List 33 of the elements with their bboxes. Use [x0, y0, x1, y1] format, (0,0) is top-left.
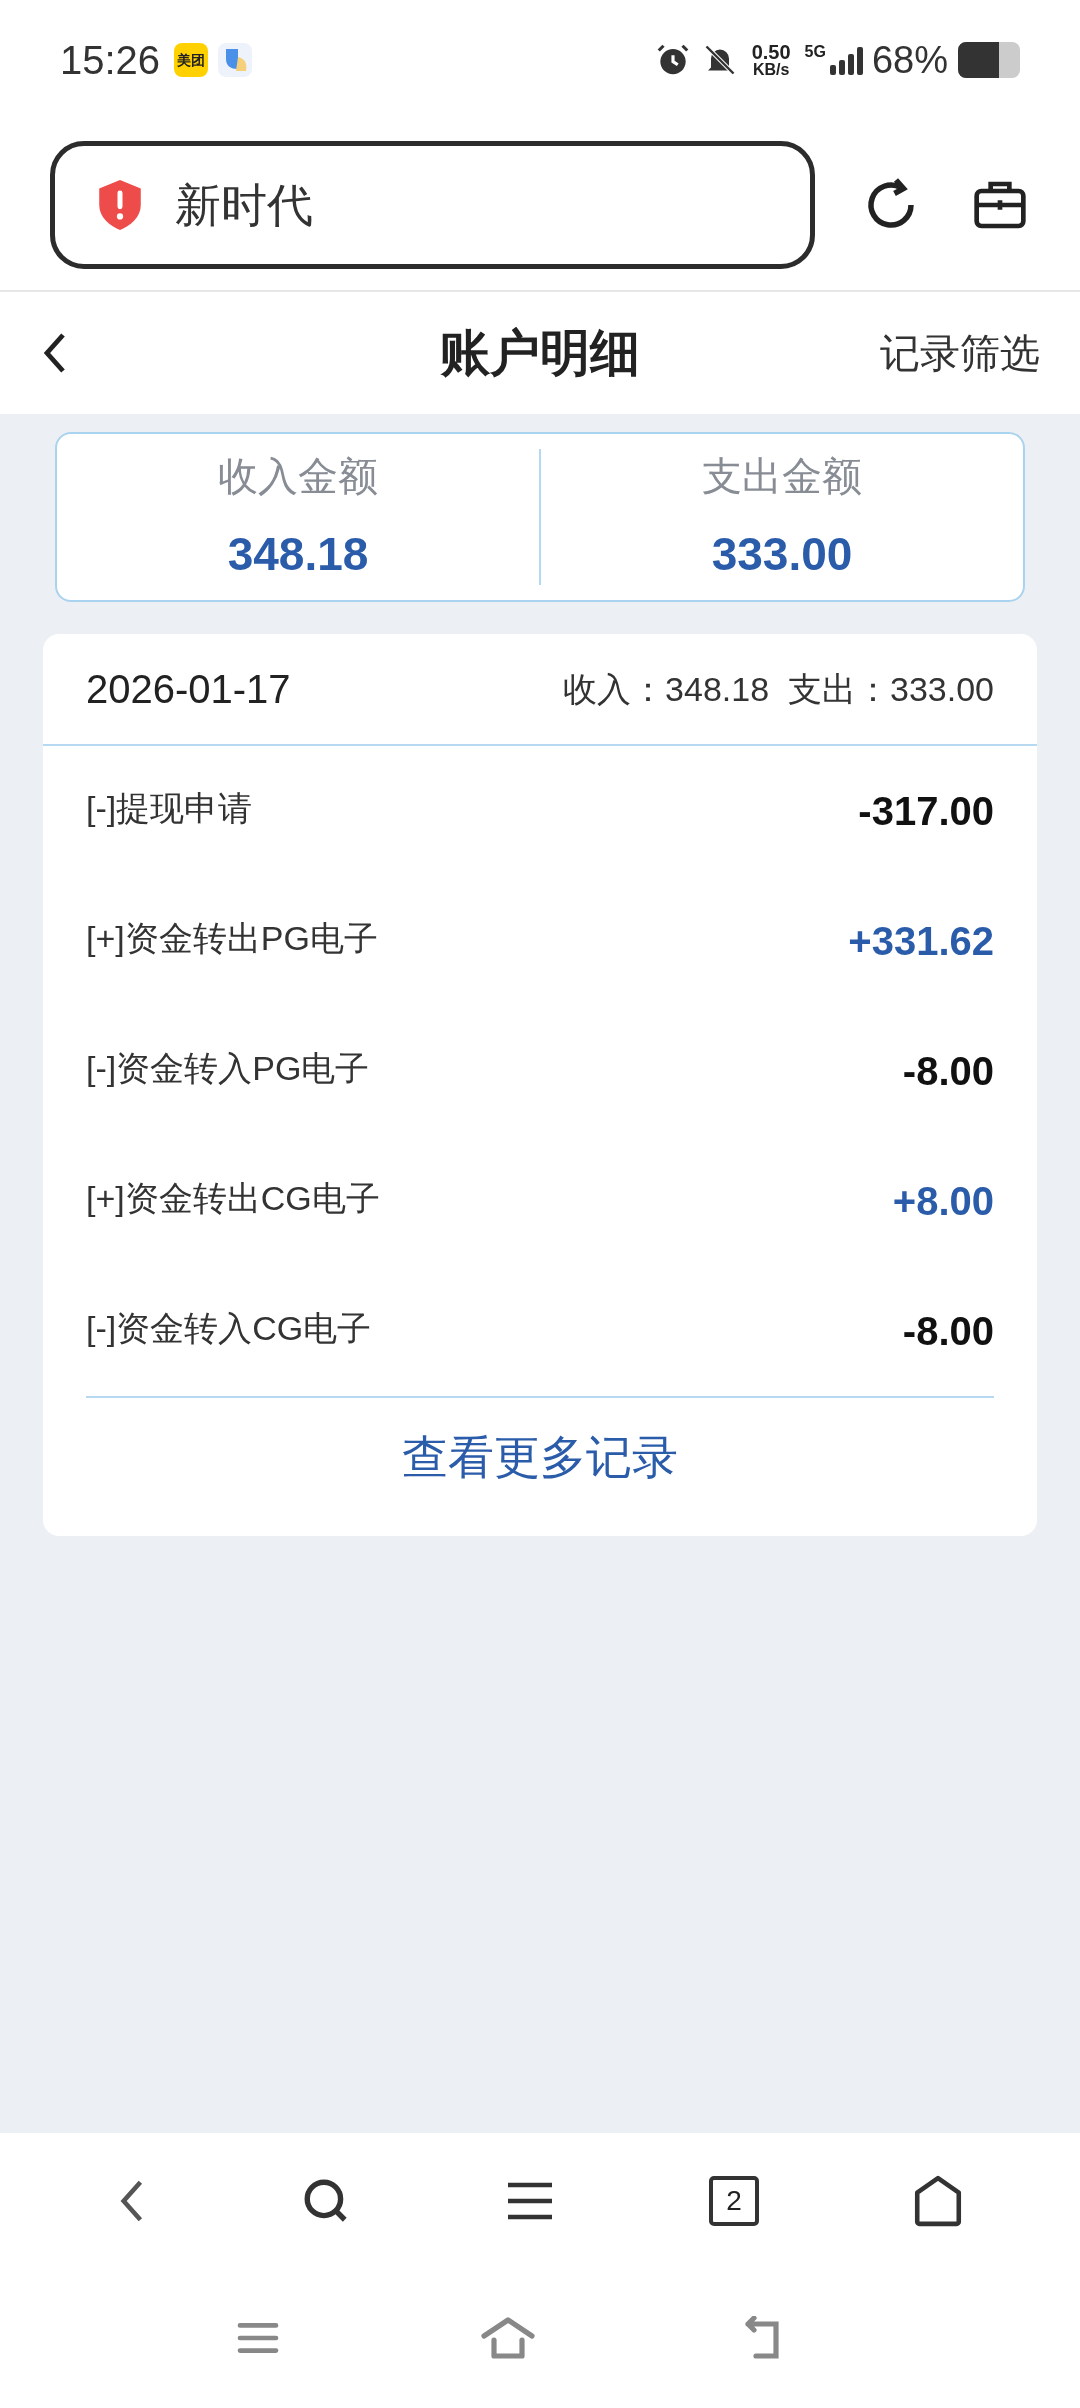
- app-icon: [218, 43, 253, 77]
- summary-amount: 348.18: [227, 526, 369, 582]
- record-amount: +331.62: [848, 918, 994, 965]
- menu-icon[interactable]: [505, 2180, 555, 2221]
- status-time: 15:26: [60, 37, 161, 84]
- tabs-button[interactable]: 2: [709, 2175, 759, 2226]
- record-amount: -317.00: [858, 788, 994, 835]
- page-title: 新时代: [175, 177, 313, 233]
- battery-icon: [958, 42, 1020, 78]
- record-amount: -8.00: [902, 1308, 994, 1355]
- record-name: [+]资金转出CG电子: [86, 1177, 380, 1219]
- battery-percent: 68%: [871, 37, 948, 83]
- speed-unit: KB/s: [752, 62, 790, 78]
- home-icon[interactable]: [913, 2173, 963, 2228]
- network-speed: 0.50: [751, 42, 791, 62]
- summary-label: 支出金额: [702, 452, 862, 500]
- day-totals: 收入：348.18 支出：333.00: [563, 668, 994, 710]
- summary-amount: 333.00: [711, 526, 853, 582]
- summary-label: 收入金额: [218, 452, 378, 500]
- network-type: 5G: [804, 42, 826, 62]
- record-date: 2026-01-17: [86, 666, 291, 713]
- page-heading: 账户明细: [440, 323, 640, 383]
- more-records-link[interactable]: 查看更多记录: [402, 1422, 678, 1492]
- filter-button[interactable]: 记录筛选: [880, 323, 1040, 383]
- record-name: [-]资金转入CG电子: [86, 1307, 372, 1349]
- record-name: [-]提现申请: [86, 787, 253, 829]
- signal-icon: [827, 45, 864, 75]
- record-amount: +8.00: [892, 1178, 994, 1225]
- app-icon: 美团: [174, 43, 209, 77]
- record-name: [+]资金转出PG电子: [86, 917, 378, 959]
- record-name: [-]资金转入PG电子: [86, 1047, 370, 1089]
- address-bar[interactable]: 新时代: [50, 141, 815, 269]
- record-amount: -8.00: [902, 1048, 994, 1095]
